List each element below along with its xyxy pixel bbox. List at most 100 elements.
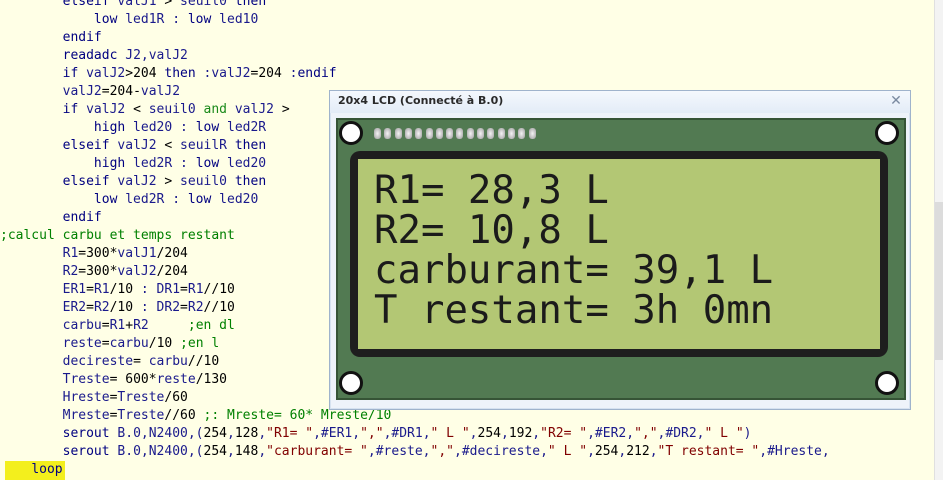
code-token: 10 (117, 282, 134, 297)
code-line[interactable]: ER2=R2/10 : DR2=R2//10 (0, 299, 235, 317)
code-line[interactable]: low led2R : low led20 (0, 191, 258, 209)
code-line[interactable]: reste=carbu/10 ;en l (0, 335, 220, 353)
code-line[interactable]: ;calcul carbu et temps restant (0, 227, 235, 245)
code-line[interactable]: R1=300*valJ1/204 (0, 245, 188, 263)
lcd-row-1: R1= 28,3 L (374, 168, 609, 213)
code-line[interactable]: Treste= 600*reste/130 (0, 371, 227, 389)
code-token: "," (634, 426, 658, 441)
code-token: R1 (109, 318, 126, 333)
code-token: led10 (211, 12, 259, 27)
code-token: valJ2 (109, 174, 165, 189)
code-token: serout (62, 444, 110, 459)
code-token: 10 (156, 336, 173, 351)
code-token: :valJ2 (195, 66, 251, 81)
code-token: valJ1 (109, 0, 165, 9)
code-line[interactable]: low led1R : low led10 (0, 11, 258, 29)
lcd-simulator-window[interactable]: 20x4 LCD (Connecté à B.0) ✕ R1= 28,3 L R… (329, 90, 911, 410)
code-line[interactable]: endif (0, 209, 102, 227)
code-line[interactable]: ER1=R1/10 : DR1=R1//10 (0, 281, 235, 299)
code-line[interactable]: elseif valJ2 > seuil0 then (0, 173, 267, 191)
code-token: R2 (93, 300, 110, 315)
code-line[interactable]: serout B.0,N2400,(254,128,"R1= ",#ER1,",… (0, 425, 752, 443)
lcd-window-titlebar[interactable]: 20x4 LCD (Connecté à B.0) ✕ (330, 91, 910, 113)
code-token: valJ2 (140, 84, 181, 99)
code-line[interactable]: if valJ2>204 then :valJ2=204 :endif (0, 65, 337, 83)
code-token: Treste (62, 372, 110, 387)
code-token: 128 (234, 426, 259, 441)
code-token: + (125, 318, 134, 333)
code-token: = (180, 282, 188, 297)
code-line[interactable]: high led20 : low led2R (0, 119, 266, 137)
code-token: "R2= " (540, 426, 588, 441)
code-line[interactable]: Hreste=Treste/60 (0, 389, 188, 407)
code-token: carbu (140, 354, 188, 369)
code-token: 10 (203, 354, 220, 369)
code-token: seuilR (172, 138, 235, 153)
code-token: if (62, 66, 79, 81)
code-token: : DR2 (133, 300, 181, 315)
code-token: ,#DR1, (383, 426, 431, 441)
code-token: carbu (109, 336, 149, 351)
code-token: , (500, 426, 509, 441)
code-token: seuil0 (140, 102, 204, 117)
code-token: ,#DR2, (657, 426, 705, 441)
code-token: ;: Mreste= 60* Mreste/10 (203, 408, 392, 423)
code-token: = (133, 354, 141, 369)
code-token: led20 (219, 156, 267, 171)
code-token: // (187, 354, 204, 369)
code-line[interactable]: readadc J2,valJ2 (0, 47, 188, 65)
code-token: B.0,N2400,( (109, 444, 204, 459)
code-token: "R1= " (266, 426, 314, 441)
pin-icon (456, 128, 464, 139)
code-token: R1 (187, 282, 204, 297)
pin-icon (384, 128, 392, 139)
code-token: , (587, 444, 595, 459)
pin-icon (446, 128, 454, 139)
code-line[interactable]: if valJ2 < seuil0 and valJ2 > (0, 101, 290, 119)
code-token: 10 (219, 282, 235, 297)
code-line[interactable]: decireste= carbu//10 (0, 353, 220, 371)
code-line[interactable]: loop (0, 461, 62, 479)
code-line[interactable]: carbu=R1+R2 ;en dl (0, 317, 235, 335)
scrollbar-thumb[interactable] (935, 202, 943, 360)
code-token: then (234, 174, 267, 189)
code-token: serout (62, 426, 110, 441)
code-token: = (101, 336, 110, 351)
code-line[interactable]: valJ2=204-valJ2 (0, 83, 180, 101)
code-line[interactable]: elseif valJ2 < seuilR then (0, 137, 267, 155)
close-icon[interactable]: ✕ (888, 93, 904, 109)
code-line[interactable]: endif (0, 29, 102, 47)
pin-icon (404, 128, 412, 139)
code-token: endif (62, 30, 102, 45)
lcd-screen: R1= 28,3 L R2= 10,8 L carburant= 39,1 L … (358, 159, 880, 349)
code-token: = (101, 84, 110, 99)
code-token: "T restant= " (657, 444, 760, 459)
code-token: seuil0 (172, 0, 235, 9)
code-token: valJ2 (117, 264, 157, 279)
pin-icon (528, 128, 536, 139)
code-token: = (78, 264, 87, 279)
code-token: > (125, 66, 134, 81)
code-line[interactable]: high led2R : low led20 (0, 155, 266, 173)
code-token: 60 (180, 408, 196, 423)
mount-hole-top-right (875, 121, 899, 145)
code-token: ,#decireste, (454, 444, 548, 459)
code-token: then (234, 0, 267, 9)
code-token: led2R (219, 120, 267, 135)
code-line[interactable]: serout B.0,N2400,(254,148,"carburant= ",… (0, 443, 830, 461)
code-token: ER1 (62, 282, 87, 297)
code-line[interactable]: elseif valJ1 > seuil0 then (0, 0, 267, 11)
code-token: / (148, 336, 157, 351)
code-token: 254 (203, 426, 227, 441)
code-line[interactable]: R2=300*valJ2/204 (0, 263, 188, 281)
code-token: ER2 (62, 300, 87, 315)
code-token: 300 (86, 246, 110, 261)
